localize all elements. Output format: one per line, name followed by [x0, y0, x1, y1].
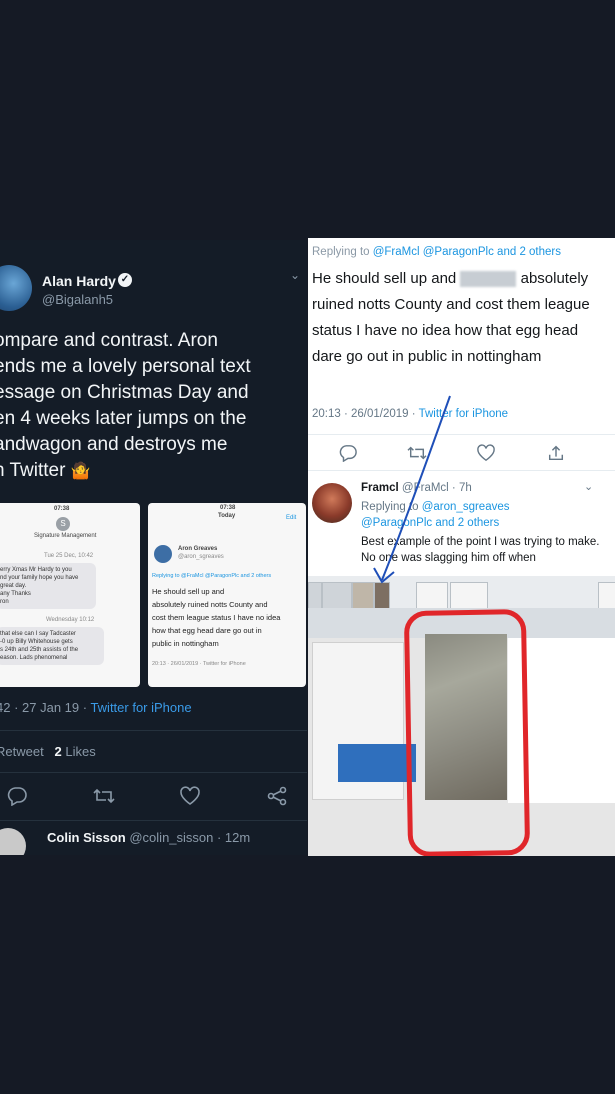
sms-date-2: Wednesday 10:12 [46, 617, 95, 623]
sms-date-1: Tue 25 Dec, 10:42 [44, 553, 94, 559]
divider [0, 730, 307, 731]
author-name[interactable]: Alan Hardy [42, 273, 116, 289]
shot-replying: Replying to @FraMcl @ParagonPlc and 2 ot… [152, 573, 272, 579]
retweet-icon[interactable] [92, 786, 116, 806]
tweet-text: ompare and contrast. Aron ends me a love… [0, 330, 251, 481]
right-tweet-panel: Replying to @FraMcl @ParagonPlc and 2 ot… [308, 238, 615, 856]
reply-avatar[interactable] [0, 828, 26, 855]
shot-meta: 20:13 · 26/01/2019 · Twitter for iPhone [152, 661, 246, 667]
shot-time: 07:38 [220, 505, 236, 511]
shot-handle: @aron_sgreaves [178, 554, 224, 560]
tweet-source-link[interactable]: Twitter for iPhone [90, 700, 191, 715]
left-tweet-panel: Alan Hardy ✓ @Bigalanh5 ⌄ ompare and con… [0, 240, 307, 855]
share-icon[interactable] [266, 786, 288, 806]
like-icon[interactable] [179, 786, 201, 806]
shot-avatar [154, 545, 172, 563]
arrow-annotation-icon [373, 395, 451, 584]
reply-preview[interactable]: Colin Sisson @colin_sisson · 12m [47, 830, 250, 845]
chevron-down-icon[interactable]: ⌄ [290, 268, 300, 282]
divider [0, 772, 307, 773]
divider [0, 820, 307, 821]
reply-icon[interactable] [6, 786, 28, 806]
sms-time: 07:38 [54, 506, 70, 512]
sms-message-1: erry Xmas Mr Hardy to you nd your family… [0, 563, 96, 609]
shot-title: Today [218, 513, 236, 519]
shot-edit: Edit [286, 515, 297, 521]
shot-name: Aron Greaves [178, 546, 218, 552]
author-handle[interactable]: @Bigalanh5 [42, 292, 113, 307]
verified-badge-icon: ✓ [118, 273, 132, 287]
tweet-screenshot[interactable]: 07:38 Today Edit Aron Greaves @aron_sgre… [148, 503, 306, 687]
tweet-body: ompare and contrast. Aron ends me a love… [0, 328, 294, 485]
contact-avatar: S [56, 517, 70, 531]
sms-message-2: that else can I say Tadcaster -0 up Bill… [0, 627, 104, 665]
retweet-count-label[interactable]: Retweet [0, 744, 44, 759]
shot-text: He should sell up and absolutely ruined … [152, 587, 281, 648]
likes-count: 2 [54, 744, 62, 759]
shrug-emoji-icon: 🤷 [70, 463, 91, 480]
tweet-stats: Retweet 2 Likes [0, 744, 96, 759]
tweet-meta: 42 · 27 Jan 19 · Twitter for iPhone [0, 700, 192, 715]
likes-label[interactable]: Likes [65, 744, 95, 759]
sms-contact: Signature Management [34, 533, 97, 539]
sms-screenshot[interactable]: 07:38 S Signature Management Tue 25 Dec,… [0, 503, 140, 687]
author-avatar[interactable] [0, 265, 32, 311]
